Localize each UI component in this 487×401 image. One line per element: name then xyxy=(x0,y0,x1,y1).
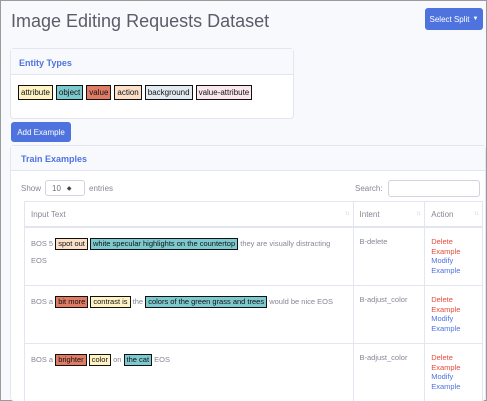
modify-example-link[interactable]: Modify Example xyxy=(431,314,476,333)
action-cell: Delete Example Modify Example xyxy=(425,286,482,343)
plain-text: EOS xyxy=(154,355,170,364)
entity-tag-list: attribute object value action background… xyxy=(18,85,253,100)
entity-tag-background: background xyxy=(144,85,193,100)
table-header-row: Input Text ↑↓ Intent ↑↓ Action ↑↓ xyxy=(24,201,483,228)
delete-example-link[interactable]: Delete Example xyxy=(431,237,476,256)
entity-tag-object: object xyxy=(55,85,84,100)
entity-span-object: the cat xyxy=(123,354,153,366)
train-examples-card: Train Examples Show 10 ◆ entries Search:… xyxy=(10,145,486,401)
select-split-label: Select Split xyxy=(429,14,470,24)
entity-span-attribute: color xyxy=(88,354,111,366)
search-label: Search: xyxy=(355,184,383,193)
select-arrows-icon: ◆ xyxy=(66,185,72,192)
intent-cell: B-adjust_color xyxy=(354,286,426,343)
input-text-cell: BOS a brighter color on the cat EOS xyxy=(25,344,354,401)
column-header-action[interactable]: Action ↑↓ xyxy=(425,202,482,226)
caret-down-icon: ▼ xyxy=(472,16,479,22)
delete-example-link[interactable]: Delete Example xyxy=(431,295,476,314)
column-header-input-text[interactable]: Input Text ↑↓ xyxy=(25,202,354,226)
modify-example-link[interactable]: Modify Example xyxy=(431,256,476,275)
plain-text: the xyxy=(132,297,144,306)
intent-cell: B-delete xyxy=(354,228,426,285)
entries-select-value: 10 xyxy=(52,183,61,193)
entity-tag-attribute: attribute xyxy=(18,85,53,100)
entity-span-value: brighter xyxy=(55,354,87,366)
table-row: BOS a bit more contrast is the colors of… xyxy=(24,286,483,344)
table-row: BOS 5 spot out white specular highlights… xyxy=(24,228,483,286)
entity-tag-value: value xyxy=(86,85,112,100)
plain-text: would be nice EOS xyxy=(269,297,333,306)
action-cell: Delete Example Modify Example xyxy=(425,228,482,285)
train-examples-title: Train Examples xyxy=(11,146,485,171)
page-title: Image Editing Requests Dataset xyxy=(11,11,270,31)
input-text-cell: BOS 5 spot out white specular highlights… xyxy=(25,228,354,285)
column-header-label: Intent xyxy=(359,209,380,219)
sort-arrows-icon: ↑↓ xyxy=(416,211,421,217)
entity-tag-action: action xyxy=(114,85,142,100)
examples-table: Input Text ↑↓ Intent ↑↓ Action ↑↓ BOS 5 … xyxy=(24,201,483,401)
select-split-button[interactable]: Select Split ▼ xyxy=(425,8,483,30)
entity-span-action: spot out xyxy=(55,238,88,250)
show-label: Show xyxy=(21,183,42,193)
modify-example-link[interactable]: Modify Example xyxy=(431,372,476,391)
search-control: Search: xyxy=(355,180,480,197)
entity-types-title: Entity Types xyxy=(11,49,293,75)
action-cell: Delete Example Modify Example xyxy=(425,344,482,401)
entity-types-card: Entity Types attribute object value acti… xyxy=(10,48,294,119)
plain-text: on xyxy=(113,355,122,364)
entity-span-object: white specular highlights on the counter… xyxy=(89,238,239,250)
entity-span-attribute: contrast is xyxy=(90,296,131,308)
plain-text: BOS a xyxy=(31,355,54,364)
sort-arrows-icon: ↑↓ xyxy=(344,211,350,217)
entity-tag-value-attribute: value-attribute xyxy=(195,85,253,100)
search-input[interactable] xyxy=(387,180,480,197)
plain-text: BOS 5 xyxy=(31,239,54,248)
entries-length-control: Show 10 ◆ entries xyxy=(21,180,113,196)
add-example-button[interactable]: Add Example xyxy=(11,122,71,142)
entries-label: entries xyxy=(89,183,114,193)
entity-span-object: colors of the green grass and trees xyxy=(145,296,268,308)
entity-span-value: bit more xyxy=(55,296,89,308)
delete-example-link[interactable]: Delete Example xyxy=(431,353,476,372)
column-header-label: Input Text xyxy=(31,209,66,219)
input-text-cell: BOS a bit more contrast is the colors of… xyxy=(25,286,354,343)
column-header-intent[interactable]: Intent ↑↓ xyxy=(354,202,426,226)
intent-cell: B-adjust_color xyxy=(354,344,426,401)
entries-select[interactable]: 10 ◆ xyxy=(45,180,86,196)
column-header-label: Action xyxy=(431,209,454,219)
plain-text: BOS a xyxy=(31,297,54,306)
sort-arrows-icon: ↑↓ xyxy=(474,211,479,217)
table-row: BOS a brighter color on the cat EOS B-ad… xyxy=(24,344,483,401)
